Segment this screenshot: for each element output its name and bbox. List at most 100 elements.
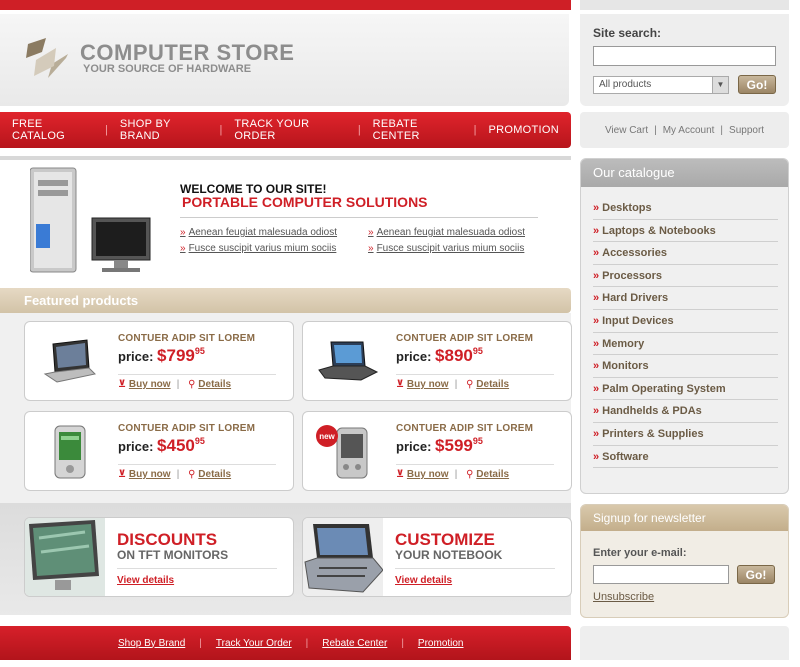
catalogue-item-software[interactable]: » Software — [593, 446, 778, 469]
nav-free-catalog[interactable]: FREE CATALOG — [0, 118, 105, 142]
divider — [395, 568, 555, 569]
footer-separator: | — [401, 637, 404, 649]
product-card: CONTUER ADIP SIT LOREM price: $89095 ⊻ B… — [302, 321, 572, 401]
view-details-link[interactable]: View details — [117, 575, 174, 586]
pda-icon[interactable] — [37, 422, 101, 482]
catalogue-item-handhelds[interactable]: » Handhelds & PDAs — [593, 400, 778, 423]
my-account-link[interactable]: My Account — [663, 125, 715, 136]
view-details-link[interactable]: View details — [395, 575, 452, 586]
footer-side-panel — [580, 626, 789, 660]
site-search-panel: Site search: All products ▼ Go! — [580, 14, 789, 106]
nav-rebate-center[interactable]: REBATE CENTER — [361, 118, 474, 142]
catalogue-item-laptops[interactable]: » Laptops & Notebooks — [593, 220, 778, 243]
cart-icon: ⊻ — [396, 469, 405, 480]
magnifier-icon: ⚲ — [188, 379, 196, 390]
product-name: CONTUER ADIP SIT LOREM — [118, 333, 256, 344]
new-badge: new — [319, 432, 335, 441]
product-price: price: $45095 — [118, 436, 205, 455]
product-card: CONTUER ADIP SIT LOREM price: $79995 ⊻ B… — [24, 321, 294, 401]
desktop-computer-icon — [30, 167, 151, 273]
footer-link-promotion[interactable]: Promotion — [418, 638, 464, 649]
catalogue-item-accessories[interactable]: » Accessories — [593, 242, 778, 265]
divider — [396, 374, 554, 375]
cart-icon: ⊻ — [396, 379, 405, 390]
details-link[interactable]: Details — [198, 379, 231, 390]
double-chevron-icon: » — [593, 292, 600, 305]
product-actions: ⊻ Buy now | ⚲ Details — [396, 469, 510, 480]
category-select[interactable]: All products ▼ — [593, 76, 729, 94]
catalogue-item-printers[interactable]: » Printers & Supplies — [593, 423, 778, 446]
footer-separator: | — [305, 637, 309, 649]
divider — [118, 374, 276, 375]
email-field[interactable] — [593, 565, 729, 584]
double-chevron-icon: » — [593, 224, 600, 237]
search-go-button[interactable]: Go! — [738, 75, 776, 94]
laptop-icon[interactable] — [37, 332, 101, 392]
utility-links: View Cart | My Account | Support — [580, 112, 789, 148]
header-logo-area: COMPUTER STORE YOUR SOURCE OF HARDWARE — [0, 14, 569, 106]
catalogue-box: Our catalogue » Desktops » Laptops & Noteb… — [580, 158, 789, 494]
double-chevron-icon: » — [593, 405, 600, 418]
footer-link-shop-by-brand[interactable]: Shop By Brand — [118, 638, 185, 649]
divider — [396, 464, 554, 465]
newsletter-go-button[interactable]: Go! — [737, 565, 775, 584]
footer-nav: Shop By Brand | Track Your Order | Rebat… — [0, 626, 571, 660]
utility-separator: | — [720, 124, 724, 136]
divider — [118, 464, 276, 465]
double-chevron-icon: » — [593, 337, 600, 350]
divider — [117, 568, 277, 569]
product-price: price: $89095 — [396, 346, 483, 365]
catalogue-item-processors[interactable]: » Processors — [593, 265, 778, 288]
product-name: CONTUER ADIP SIT LOREM — [396, 423, 534, 434]
top-stripe-side — [580, 0, 789, 10]
buy-now-link[interactable]: Buy now — [407, 379, 449, 390]
nav-promotion[interactable]: PROMOTION — [476, 124, 571, 136]
search-input[interactable] — [593, 46, 776, 66]
catalogue-item-desktops[interactable]: » Desktops — [593, 197, 778, 220]
product-card: new CONTUER ADIP SIT LOREM price: $59995… — [302, 411, 572, 491]
product-card: CONTUER ADIP SIT LOREM price: $45095 ⊻ B… — [24, 411, 294, 491]
welcome-subtitle: PORTABLE COMPUTER SOLUTIONS — [182, 194, 428, 210]
buy-now-link[interactable]: Buy now — [129, 469, 171, 480]
buy-now-link[interactable]: Buy now — [407, 469, 449, 480]
double-chevron-icon: » — [593, 427, 600, 440]
store-logo-icon[interactable] — [22, 36, 70, 80]
welcome-link[interactable]: » Fusce suscipit varius mium sociis — [368, 243, 524, 254]
divider — [180, 217, 538, 218]
welcome-link[interactable]: » Fusce suscipit varius mium sociis — [180, 243, 336, 254]
category-select-value: All products — [599, 79, 652, 90]
cart-icon: ⊻ — [118, 379, 127, 390]
footer-link-rebate-center[interactable]: Rebate Center — [322, 638, 387, 649]
catalogue-title: Our catalogue — [581, 159, 788, 187]
details-link[interactable]: Details — [198, 469, 231, 480]
footer-link-track-order[interactable]: Track Your Order — [216, 638, 292, 649]
nav-track-order[interactable]: TRACK YOUR ORDER — [222, 118, 357, 142]
double-chevron-icon: » — [593, 247, 600, 260]
welcome-link[interactable]: » Aenean feugiat malesuada odiost — [368, 227, 525, 238]
view-cart-link[interactable]: View Cart — [605, 125, 648, 136]
pda-icon[interactable]: new — [315, 422, 379, 482]
magnifier-icon: ⚲ — [466, 379, 474, 390]
double-chevron-icon: » — [593, 382, 600, 395]
chevron-down-icon[interactable]: ▼ — [712, 77, 728, 93]
details-link[interactable]: Details — [476, 469, 509, 480]
promo-subtitle: YOUR NOTEBOOK — [395, 548, 503, 562]
support-link[interactable]: Support — [729, 125, 764, 136]
catalogue-item-monitors[interactable]: » Monitors — [593, 355, 778, 378]
featured-products-panel: CONTUER ADIP SIT LOREM price: $79995 ⊻ B… — [0, 313, 572, 503]
monitor-icon — [25, 518, 105, 596]
laptop-icon[interactable] — [315, 332, 379, 392]
nav-shop-by-brand[interactable]: SHOP BY BRAND — [108, 118, 220, 142]
welcome-banner: WELCOME TO OUR SITE! PORTABLE COMPUTER S… — [0, 156, 571, 274]
catalogue-item-palm-os[interactable]: » Palm Operating System — [593, 378, 778, 401]
welcome-link[interactable]: » Aenean feugiat malesuada odiost — [180, 227, 337, 238]
catalogue-item-memory[interactable]: » Memory — [593, 333, 778, 356]
buy-now-link[interactable]: Buy now — [129, 379, 171, 390]
unsubscribe-link[interactable]: Unsubscribe — [593, 591, 654, 603]
catalogue-item-hard-drivers[interactable]: » Hard Drivers — [593, 287, 778, 310]
double-chevron-icon: » — [593, 314, 600, 327]
details-link[interactable]: Details — [476, 379, 509, 390]
store-subtitle: YOUR SOURCE OF HARDWARE — [83, 63, 252, 75]
catalogue-item-input-devices[interactable]: » Input Devices — [593, 310, 778, 333]
product-name: CONTUER ADIP SIT LOREM — [396, 333, 534, 344]
